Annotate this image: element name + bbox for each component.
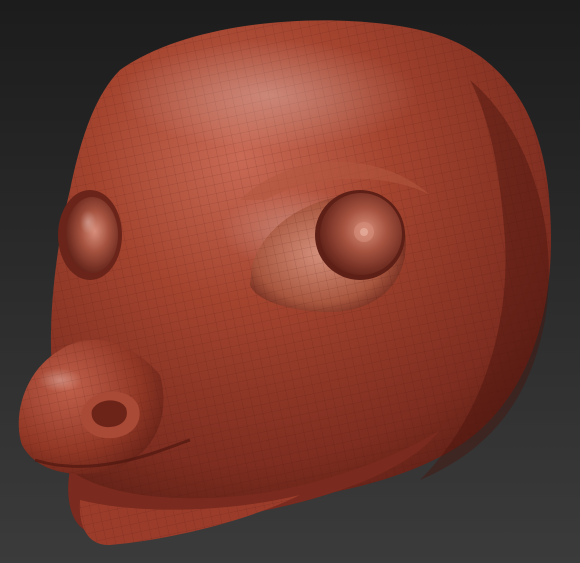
clay-head-render (0, 0, 580, 563)
sculpt-viewport[interactable] (0, 0, 580, 563)
left-eye (58, 190, 122, 280)
